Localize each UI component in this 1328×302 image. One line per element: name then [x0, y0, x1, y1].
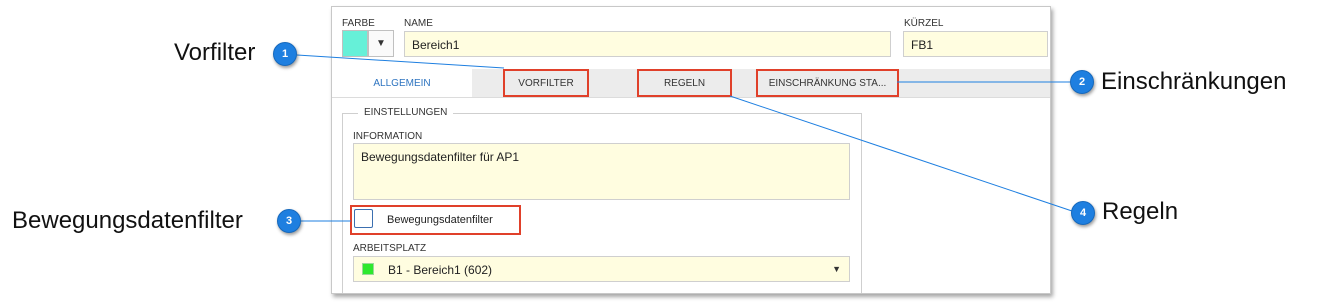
- color-dropdown-button[interactable]: ▼: [368, 30, 394, 57]
- caret-down-icon: ▼: [832, 264, 841, 274]
- callout-badge-1: 1: [273, 42, 297, 66]
- callout-text-vorfilter: Vorfilter: [174, 39, 256, 66]
- tab-einschraenkung[interactable]: EINSCHRÄNKUNG STA...: [756, 69, 899, 97]
- arbeitsplatz-label: ARBEITSPLATZ: [353, 243, 427, 254]
- name-label: NAME: [404, 18, 433, 29]
- tab-bar: ALLGEMEIN VORFILTER REGELN EINSCHRÄNKUNG…: [332, 69, 1050, 98]
- arbeitsplatz-value: B1 - Bereich1 (602): [388, 263, 493, 277]
- farbe-label: FARBE: [342, 18, 375, 29]
- arbeitsplatz-select[interactable]: B1 - Bereich1 (602) ▼: [353, 256, 850, 282]
- kuerzel-input[interactable]: FB1: [903, 31, 1048, 57]
- arbeitsplatz-color-swatch: [362, 263, 374, 275]
- kuerzel-label: KÜRZEL: [904, 18, 944, 29]
- tab-regeln[interactable]: REGELN: [637, 69, 732, 97]
- callout-text-regeln: Regeln: [1102, 198, 1179, 225]
- information-textarea[interactable]: Bewegungsdatenfilter für AP1: [353, 143, 850, 200]
- form-panel: FARBE ▼ NAME Bereich1 KÜRZEL FB1 ALLGEME…: [331, 6, 1051, 294]
- caret-down-icon: ▼: [376, 38, 386, 49]
- tab-vorfilter[interactable]: VORFILTER: [503, 69, 589, 97]
- information-label: INFORMATION: [353, 131, 423, 142]
- color-swatch[interactable]: [342, 30, 368, 57]
- settings-group-title: EINSTELLUNGEN: [358, 107, 454, 118]
- bewegungsdatenfilter-label[interactable]: Bewegungsdatenfilter: [387, 214, 493, 226]
- callout-badge-4: 4: [1071, 201, 1095, 225]
- callout-text-einschraenkungen: Einschränkungen: [1101, 68, 1287, 95]
- bewegungsdatenfilter-checkbox[interactable]: [354, 209, 373, 228]
- callout-text-bewegungsdatenfilter: Bewegungsdatenfilter: [12, 207, 243, 234]
- name-input[interactable]: Bereich1: [404, 31, 891, 57]
- tab-allgemein[interactable]: ALLGEMEIN: [332, 69, 472, 97]
- callout-badge-2: 2: [1070, 70, 1094, 94]
- callout-badge-3: 3: [277, 209, 301, 233]
